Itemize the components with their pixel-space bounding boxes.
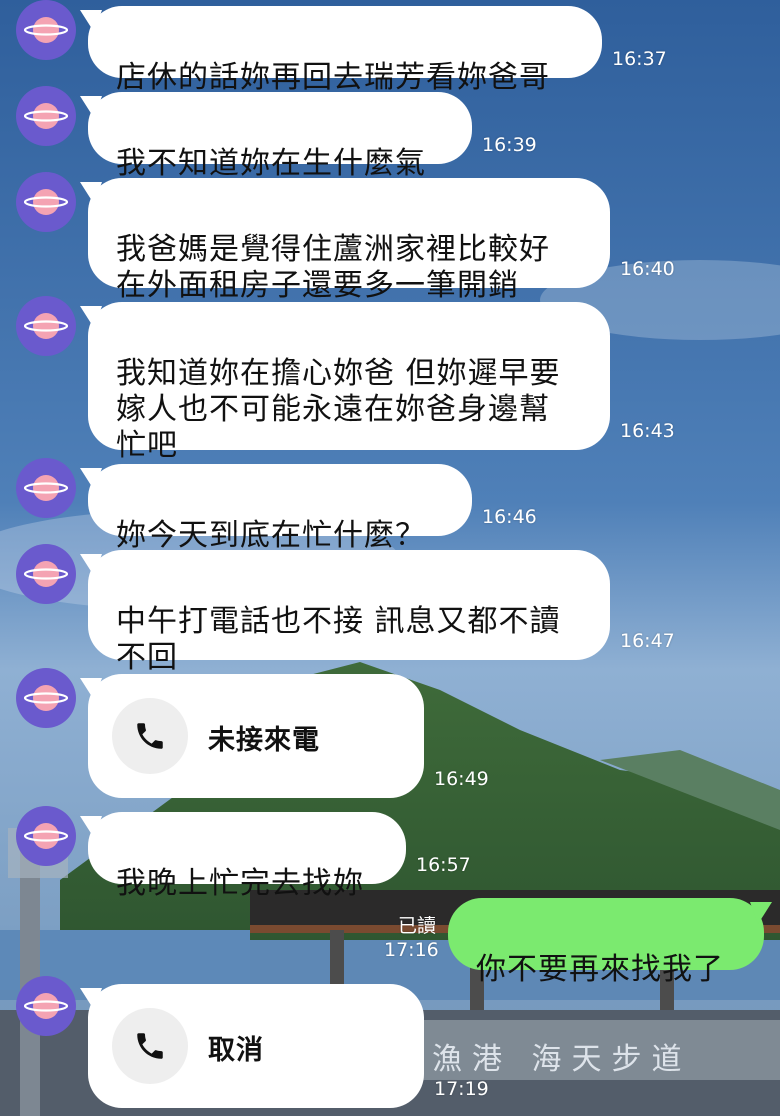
message-bubble[interactable]: 中午打電話也不接 訊息又都不讀 不回 — [88, 550, 610, 675]
call-label: 取消 — [208, 1035, 264, 1066]
message-bubble[interactable]: 妳今天到底在忙什麼？ — [88, 464, 472, 553]
message-bubble[interactable]: 我爸媽是覺得住蘆洲家裡比較好 在外面租房子還要多一筆開銷 — [88, 178, 610, 303]
message-time: 16:57 — [416, 854, 471, 876]
message-text: 我不知道妳在生什麼氣 — [116, 146, 426, 181]
message-time: 17:16 — [384, 939, 439, 961]
planet-icon — [24, 823, 68, 849]
message-bubble[interactable]: 我晚上忙完去找妳 — [88, 812, 406, 901]
message-time: 16:39 — [482, 134, 537, 156]
contact-avatar[interactable] — [16, 544, 76, 604]
contact-avatar[interactable] — [16, 806, 76, 866]
message-time: 16:49 — [434, 768, 489, 790]
message-time: 16:47 — [620, 630, 675, 652]
message-bubble[interactable]: 我知道妳在擔心妳爸 但妳遲早要 嫁人也不可能永遠在妳爸身邊幫 忙吧 — [88, 302, 610, 463]
planet-icon — [24, 561, 68, 587]
message-time: 16:40 — [620, 258, 675, 280]
message-text: 我爸媽是覺得住蘆洲家裡比較好 在外面租房子還要多一筆開銷 — [116, 232, 550, 303]
phone-icon — [112, 698, 188, 774]
message-time: 16:46 — [482, 506, 537, 528]
planet-icon — [24, 313, 68, 339]
read-receipt: 已讀 17:16 — [384, 914, 439, 962]
contact-avatar[interactable] — [16, 668, 76, 728]
contact-avatar[interactable] — [16, 86, 76, 146]
planet-icon — [24, 475, 68, 501]
planet-icon — [24, 189, 68, 215]
outgoing-message-bubble[interactable]: 你不要再來找我了 — [448, 898, 764, 987]
contact-avatar[interactable] — [16, 0, 76, 60]
call-label: 未接來電 — [208, 725, 320, 756]
planet-icon — [24, 103, 68, 129]
read-status: 已讀 — [397, 915, 436, 937]
message-text: 你不要再來找我了 — [476, 952, 724, 987]
message-time: 17:19 — [434, 1078, 489, 1100]
contact-avatar[interactable] — [16, 976, 76, 1036]
message-time: 16:43 — [620, 420, 675, 442]
missed-call-bubble[interactable]: 未接來電 — [88, 674, 424, 798]
background-sign-text: 漁港 海天步道 — [432, 1042, 692, 1077]
planet-icon — [24, 685, 68, 711]
contact-avatar[interactable] — [16, 458, 76, 518]
message-text: 我知道妳在擔心妳爸 但妳遲早要 嫁人也不可能永遠在妳爸身邊幫 忙吧 — [116, 356, 561, 463]
planet-icon — [24, 993, 68, 1019]
message-text: 我晚上忙完去找妳 — [116, 866, 364, 901]
phone-icon — [112, 1008, 188, 1084]
message-bubble[interactable]: 店休的話妳再回去瑞芳看妳爸哥 — [88, 6, 602, 95]
contact-avatar[interactable] — [16, 296, 76, 356]
message-time: 16:37 — [612, 48, 667, 70]
cancelled-call-bubble[interactable]: 取消 — [88, 984, 424, 1108]
message-text: 妳今天到底在忙什麼？ — [116, 518, 426, 553]
message-bubble[interactable]: 我不知道妳在生什麼氣 — [88, 92, 472, 181]
planet-icon — [24, 17, 68, 43]
contact-avatar[interactable] — [16, 172, 76, 232]
message-text: 店休的話妳再回去瑞芳看妳爸哥 — [116, 60, 550, 95]
